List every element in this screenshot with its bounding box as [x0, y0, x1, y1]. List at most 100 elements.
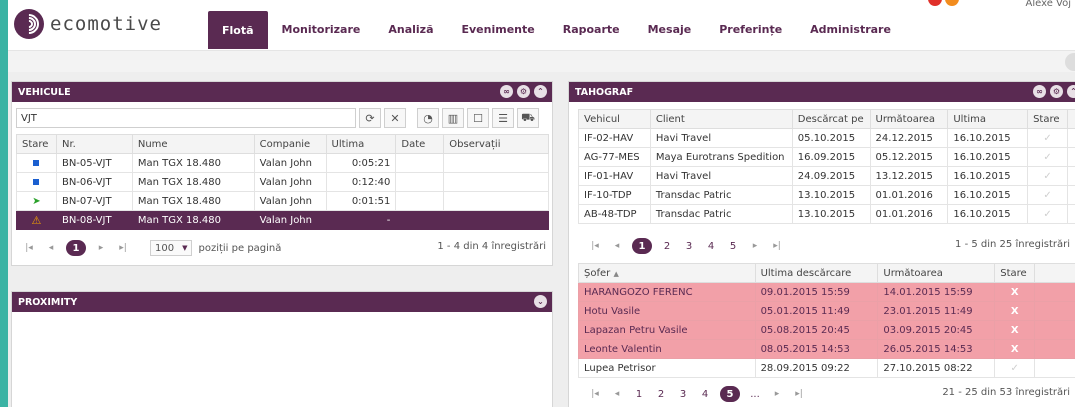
prev-page-icon[interactable]: ◂	[610, 386, 624, 402]
nav-tab-flota[interactable]: Flotă	[208, 11, 268, 49]
col-ultima-descarcare[interactable]: Ultima descărcare	[754, 263, 879, 283]
first-page-icon[interactable]: |◂	[22, 240, 36, 256]
clear-filter-icon[interactable]: ✕	[384, 108, 406, 128]
link-icon[interactable]: ∞	[500, 85, 513, 98]
page-link[interactable]: 4	[698, 386, 712, 402]
first-page-icon[interactable]: |◂	[588, 238, 602, 254]
table-row[interactable]: AG-77-MES Maya Eurotrans Spedition 16.09…	[578, 147, 1075, 167]
table-row[interactable]: Lapazan Petru Vasile 05.08.2015 20:45 03…	[578, 320, 1075, 340]
table-row[interactable]: IF-10-TDP Transdac Patric 13.10.2015 01.…	[578, 185, 1075, 205]
proximity-panel-title: PROXIMITY	[18, 296, 78, 308]
settings-icon[interactable]: ⚙	[1050, 85, 1063, 98]
next-page-icon[interactable]: ▸	[770, 386, 784, 402]
last-page-icon[interactable]: ▸|	[116, 240, 130, 256]
layout-icon[interactable]: ▥	[442, 108, 464, 128]
nav-tab-mesaje[interactable]: Mesaje	[634, 11, 706, 47]
prev-page-icon[interactable]: ◂	[610, 238, 624, 254]
tachograph-client: Transdac Patric	[649, 185, 793, 205]
col-descarcat[interactable]: Descărcat pe	[791, 109, 871, 129]
col-client[interactable]: Client	[649, 109, 793, 129]
nav-tab-rapoarte[interactable]: Rapoarte	[549, 11, 634, 47]
link-icon[interactable]: ∞	[1033, 85, 1046, 98]
proximity-panel: PROXIMITY ⌄	[11, 291, 553, 407]
page-link[interactable]: 2	[654, 386, 668, 402]
col-urmatoarea[interactable]: Următoarea	[869, 109, 949, 129]
last-page-icon[interactable]: ▸|	[792, 386, 806, 402]
nav-tab-analiza[interactable]: Analiză	[374, 11, 447, 47]
page-link[interactable]: 3	[676, 386, 690, 402]
truck-icon[interactable]: ⛟	[517, 108, 539, 128]
vehicle-date	[395, 172, 445, 192]
table-row[interactable]: HARANGOZO FERENC 09.01.2015 15:59 14.01.…	[578, 282, 1075, 302]
top-bar: ecomotive Flotă Monitorizare Analiză Eve…	[8, 0, 1075, 50]
vehicle-notes	[443, 191, 549, 211]
page-link[interactable]: 2	[660, 238, 674, 254]
tachograph-downloaded: 16.09.2015	[791, 147, 871, 167]
per-page-value: 100	[155, 242, 175, 254]
table-row[interactable]: Hotu Vasile 05.01.2015 11:49 23.01.2015 …	[578, 301, 1075, 321]
col-stare[interactable]: Stare	[16, 134, 57, 154]
table-row[interactable]: IF-01-HAV Havi Travel 24.09.2015 13.12.2…	[578, 166, 1075, 186]
alert-badge-orange[interactable]	[945, 0, 959, 6]
sub-bar-toggle-icon[interactable]	[1065, 53, 1075, 71]
page-current[interactable]: 5	[720, 386, 740, 402]
next-page-icon[interactable]: ▸	[748, 238, 762, 254]
col-nume[interactable]: Nume	[131, 134, 255, 154]
first-page-icon[interactable]: |◂	[588, 386, 602, 402]
page-current[interactable]: 1	[632, 238, 652, 254]
message-icon[interactable]: ☐	[467, 108, 489, 128]
col-stare[interactable]: Stare	[1027, 109, 1068, 129]
col-date[interactable]: Date	[395, 134, 445, 154]
last-page-icon[interactable]: ▸|	[770, 238, 784, 254]
collapse-icon[interactable]: ⌃	[534, 85, 547, 98]
col-sofer[interactable]: Șofer ▲	[578, 263, 756, 283]
nav-tab-preferinte[interactable]: Preferințe	[705, 11, 796, 47]
col-urmatoarea[interactable]: Următoarea	[877, 263, 996, 283]
vehicle-name: Man TGX 18.480	[131, 172, 255, 192]
check-icon: ✓	[1027, 128, 1068, 148]
table-row[interactable]: Lupea Petrisor 28.09.2015 09:22 27.10.20…	[578, 358, 1075, 378]
vehicle-search-input[interactable]	[16, 108, 356, 128]
table-row[interactable]: BN-05-VJT Man TGX 18.480 Valan John 0:05…	[16, 153, 549, 173]
page-link[interactable]: 4	[704, 238, 718, 254]
collapse-icon[interactable]: ⌃	[1067, 85, 1075, 98]
nav-tab-administrare[interactable]: Administrare	[796, 11, 905, 47]
settings-icon[interactable]: ⚙	[517, 85, 530, 98]
page-link[interactable]: 1	[632, 386, 646, 402]
col-companie[interactable]: Companie	[253, 134, 327, 154]
refresh-icon[interactable]: ⟳	[359, 108, 381, 128]
logo[interactable]: ecomotive	[14, 9, 162, 39]
next-page-icon[interactable]: ▸	[94, 240, 108, 256]
expand-icon[interactable]: ⌄	[534, 295, 547, 308]
col-stare[interactable]: Stare	[994, 263, 1036, 283]
user-name[interactable]: Alexe Voj	[1026, 0, 1072, 9]
col-ultima[interactable]: Ultima	[947, 109, 1029, 129]
page-current[interactable]: 1	[66, 240, 86, 256]
gauge-icon[interactable]: ◔	[417, 108, 439, 128]
table-row[interactable]: IF-02-HAV Havi Travel 05.10.2015 24.12.2…	[578, 128, 1075, 148]
table-row[interactable]: Leonte Valentin 08.05.2015 14:53 26.05.2…	[578, 339, 1075, 359]
alert-badge-red[interactable]	[928, 0, 942, 6]
page-ellipsis[interactable]: ...	[748, 386, 762, 402]
table-row[interactable]: AB-48-TDP Transdac Patric 13.10.2015 01.…	[578, 204, 1075, 224]
col-nr[interactable]: Nr.	[55, 134, 133, 154]
table-row[interactable]: ➤ BN-07-VJT Man TGX 18.480 Valan John 0:…	[16, 191, 549, 211]
col-observatii[interactable]: Observații	[443, 134, 549, 154]
tachograph-last: 16.10.2015	[947, 185, 1029, 205]
table-row[interactable]: BN-06-VJT Man TGX 18.480 Valan John 0:12…	[16, 172, 549, 192]
page-link[interactable]: 5	[726, 238, 740, 254]
prev-page-icon[interactable]: ◂	[44, 240, 58, 256]
per-page-select[interactable]: 100 ▼	[150, 240, 193, 256]
col-vehicul[interactable]: Vehicul	[578, 109, 651, 129]
page-link[interactable]: 3	[682, 238, 696, 254]
status-warning-icon: ⚠	[31, 213, 42, 227]
tahograf-pager: |◂ ◂ 1 2 3 4 5 ▸ ▸| 1 - 5 din 25 înregis…	[578, 235, 1075, 257]
nav-tab-evenimente[interactable]: Evenimente	[448, 11, 549, 47]
col-ultima[interactable]: Ultima	[325, 134, 397, 154]
list-icon[interactable]: ☰	[492, 108, 514, 128]
soferi-table: Șofer ▲ Ultima descărcare Următoarea Sta…	[578, 263, 1075, 378]
nav-tab-monitorizare[interactable]: Monitorizare	[268, 11, 375, 47]
vehicule-panel: VEHICULE ∞ ⚙ ⌃ ⟳ ✕ ◔ ▥ ☐ ☰ ⛟	[11, 81, 553, 266]
tachograph-client: Maya Eurotrans Spedition	[649, 147, 793, 167]
table-row-selected[interactable]: ⚠ BN-08-VJT Man TGX 18.480 Valan John -	[16, 210, 549, 230]
